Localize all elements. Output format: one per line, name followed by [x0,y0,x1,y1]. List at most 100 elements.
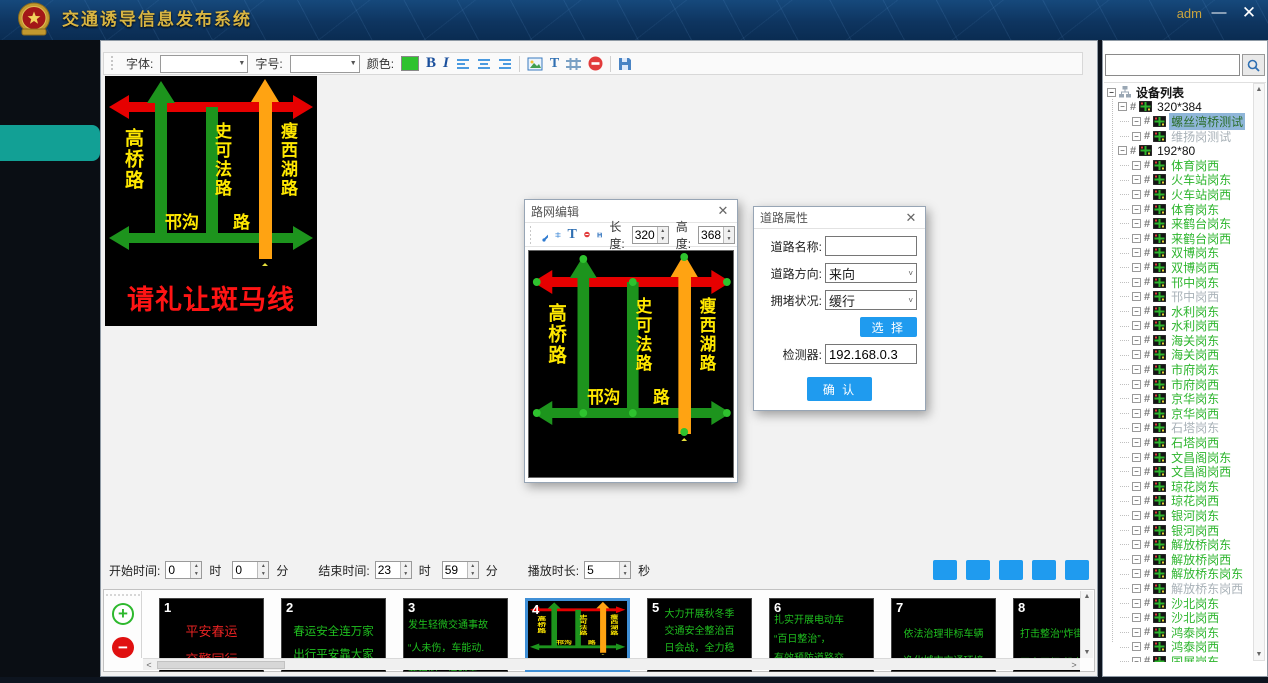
collapse-icon[interactable]: − [1132,263,1141,272]
tree-node[interactable]: − # 石塔岗东 [1104,421,1266,436]
tree-node[interactable]: − # 银河岗西 [1104,523,1266,538]
font-select[interactable]: ▼ [160,55,248,73]
collapse-icon[interactable]: − [1132,132,1141,141]
tree-node[interactable]: − # 双博岗东 [1104,246,1266,261]
start-hour-stepper[interactable]: ▲▼ [165,561,202,579]
length-stepper[interactable]: ▲▼ [632,226,669,244]
tree-node[interactable]: − # 文昌阁岗东 [1104,450,1266,465]
tree-node[interactable]: − # 320*384 [1104,100,1266,115]
road-direction-select[interactable]: 来向˅ [825,263,917,283]
collapse-icon[interactable]: − [1132,292,1141,301]
road-edit-titlebar[interactable]: 路网编辑 ✕ [525,200,737,222]
collapse-icon[interactable]: − [1132,409,1141,418]
save-icon[interactable] [618,57,632,71]
tree-node[interactable]: − # 海关岗西 [1104,348,1266,363]
tree-root[interactable]: − 设备列表 [1104,85,1266,100]
collapse-icon[interactable]: − [1132,511,1141,520]
tree-node[interactable]: − # 文昌阁岗西 [1104,464,1266,479]
collapse-icon[interactable]: − [1132,526,1141,535]
collapse-icon[interactable]: − [1132,219,1141,228]
detector-field[interactable] [825,344,917,364]
collapse-icon[interactable]: − [1132,496,1141,505]
tree-node[interactable]: − # 沙北岗东 [1104,596,1266,611]
collapse-icon[interactable]: − [1132,380,1141,389]
tree-node[interactable]: − # 邗中岗东 [1104,275,1266,290]
add-program-button[interactable]: + [112,603,134,625]
sidebar-item[interactable] [0,305,100,341]
tree-node[interactable]: − # 体育岗东 [1104,202,1266,217]
tree-scrollbar[interactable]: ▲▼ [1253,83,1265,661]
collapse-icon[interactable]: − [1132,613,1141,622]
tree-node[interactable]: − # 银河岗东 [1104,508,1266,523]
congestion-select[interactable]: 缓行˅ [825,290,917,310]
tree-node[interactable]: − # 来鹤台岗西 [1104,231,1266,246]
playlist-vertical-scrollbar[interactable]: ▲▼ [1080,591,1093,658]
collapse-icon[interactable]: − [1132,248,1141,257]
insert-image-icon[interactable] [527,57,543,71]
size-select[interactable]: ▼ [290,55,360,73]
align-left-icon[interactable] [456,58,470,70]
collapse-icon[interactable]: − [1132,394,1141,403]
tree-node[interactable]: − # 邗中岗西 [1104,289,1266,304]
sidebar-item[interactable] [0,89,100,125]
collapse-icon[interactable]: − [1132,350,1141,359]
collapse-icon[interactable]: − [1132,540,1141,549]
road-edit-close-icon[interactable]: ✕ [715,203,731,219]
collapse-icon[interactable]: − [1132,555,1141,564]
tree-node[interactable]: − # 解放桥岗东 [1104,537,1266,552]
confirm-button[interactable]: 确 认 [807,377,872,401]
collapse-icon[interactable]: − [1132,642,1141,651]
collapse-icon[interactable]: − [1132,657,1141,662]
collapse-icon[interactable]: − [1132,569,1141,578]
action-button[interactable] [1065,560,1089,580]
tree-node[interactable]: − # 192*80 [1104,143,1266,158]
tree-node[interactable]: − # 解放桥东岗西 [1104,581,1266,596]
tree-node[interactable]: − # 鸿泰岗西 [1104,640,1266,655]
action-button[interactable] [1032,560,1056,580]
sidebar-item[interactable] [0,161,100,197]
sidebar-item[interactable] [0,53,100,89]
toolbar-grip[interactable] [110,55,115,72]
tree-node[interactable]: − # 水利岗西 [1104,319,1266,334]
select-button[interactable]: 选 择 [860,317,917,337]
collapse-icon[interactable]: − [1132,336,1141,345]
collapse-icon[interactable]: − [1132,234,1141,243]
start-minute-stepper[interactable]: ▲▼ [232,561,269,579]
tree-node[interactable]: − # 水利岗东 [1104,304,1266,319]
road-properties-titlebar[interactable]: 道路属性 ✕ [754,207,925,229]
collapse-icon[interactable]: − [1132,599,1141,608]
collapse-icon[interactable]: − [1132,307,1141,316]
device-search-input[interactable] [1105,54,1240,76]
tree-node[interactable]: − # 石塔岗西 [1104,435,1266,450]
minimize-button[interactable]: — [1206,2,1232,24]
tree-node[interactable]: − # 火车站岗东 [1104,173,1266,188]
height-stepper[interactable]: ▲▼ [698,226,735,244]
end-minute-stepper[interactable]: ▲▼ [442,561,479,579]
tree-node[interactable]: − # 维扬岗测试 [1104,129,1266,144]
tree-node[interactable]: − # 鸿泰岗东 [1104,625,1266,640]
end-hour-stepper[interactable]: ▲▼ [375,561,412,579]
action-button[interactable] [966,560,990,580]
tree-node[interactable]: − # 火车站岗西 [1104,187,1266,202]
tree-node[interactable]: − # 京华岗东 [1104,391,1266,406]
tree-node[interactable]: − # 沙北岗西 [1104,610,1266,625]
delete-stop-icon[interactable] [588,56,603,71]
collapse-icon[interactable]: − [1132,584,1141,593]
tree-node[interactable]: − # 螺丝湾桥测试 [1104,114,1266,129]
sidebar-item[interactable] [0,269,100,305]
insert-text-icon[interactable]: T [550,56,559,72]
tree-node[interactable]: − # 双博岗西 [1104,260,1266,275]
save-icon[interactable] [597,228,603,242]
collapse-icon[interactable]: − [1132,438,1141,447]
sidebar-item[interactable] [0,197,100,233]
playlist-horizontal-scrollbar[interactable]: <> [143,658,1080,670]
led-preview-canvas[interactable]: 高桥路 史可法路 瘦西湖路 邗沟 路 请礼让斑马线 [105,76,317,326]
collapse-icon[interactable]: − [1118,146,1127,155]
tree-node[interactable]: − # 来鹤台岗东 [1104,216,1266,231]
road-edit-canvas[interactable]: 高桥路 史可法路 瘦西湖路 邗沟 路 [528,250,734,478]
bold-button[interactable]: B [426,55,436,72]
tree-node[interactable]: − # 解放桥岗西 [1104,552,1266,567]
road-properties-close-icon[interactable]: ✕ [903,210,919,226]
collapse-icon[interactable]: − [1132,467,1141,476]
close-button[interactable]: ✕ [1236,2,1262,24]
